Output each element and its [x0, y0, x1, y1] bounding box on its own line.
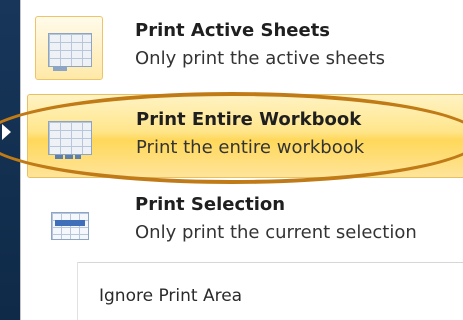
menu-item-description: Print the entire workbook — [136, 137, 365, 158]
menu-item-title: Print Entire Workbook — [136, 109, 362, 130]
screenshot-stage: Print Active Sheets Only print the activ… — [0, 0, 463, 320]
menu-item-description: Only print the current selection — [135, 222, 417, 243]
menu-item-description: Only print the active sheets — [135, 48, 386, 69]
active-sheets-icon — [48, 33, 92, 71]
active-sheets-thumb — [35, 16, 103, 80]
menu-item-print-selection[interactable]: Print Selection Only print the current s… — [27, 186, 463, 254]
print-what-dropdown-menu: Print Active Sheets Only print the activ… — [20, 0, 463, 320]
menu-item-print-entire-workbook[interactable]: Print Entire Workbook Print the entire w… — [27, 94, 463, 178]
menu-item-print-active-sheets[interactable]: Print Active Sheets Only print the activ… — [27, 6, 463, 90]
menu-item-title: Print Active Sheets — [135, 20, 331, 41]
selection-thumb — [35, 196, 103, 260]
entire-workbook-icon — [48, 121, 92, 159]
menu-item-ignore-print-area[interactable]: Ignore Print Area — [27, 266, 463, 320]
menu-item-title: Print Selection — [135, 194, 286, 215]
arrow-pointer-icon — [2, 124, 11, 140]
menu-separator — [77, 262, 463, 263]
selection-icon — [51, 212, 89, 240]
entire-workbook-thumb — [36, 105, 104, 169]
ignore-print-area-label: Ignore Print Area — [99, 286, 243, 306]
